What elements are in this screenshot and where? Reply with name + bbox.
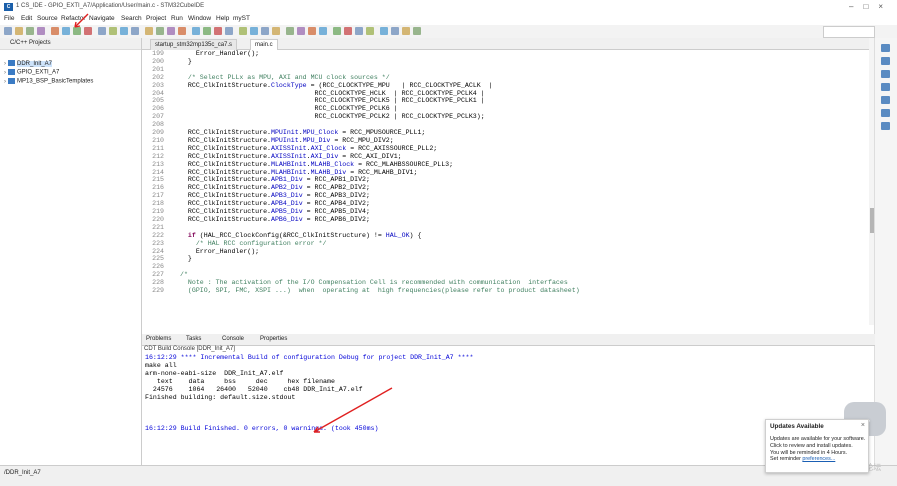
annotation-arrows <box>74 13 393 433</box>
toolbar-arrow <box>74 13 89 28</box>
console-arrow <box>313 387 393 433</box>
